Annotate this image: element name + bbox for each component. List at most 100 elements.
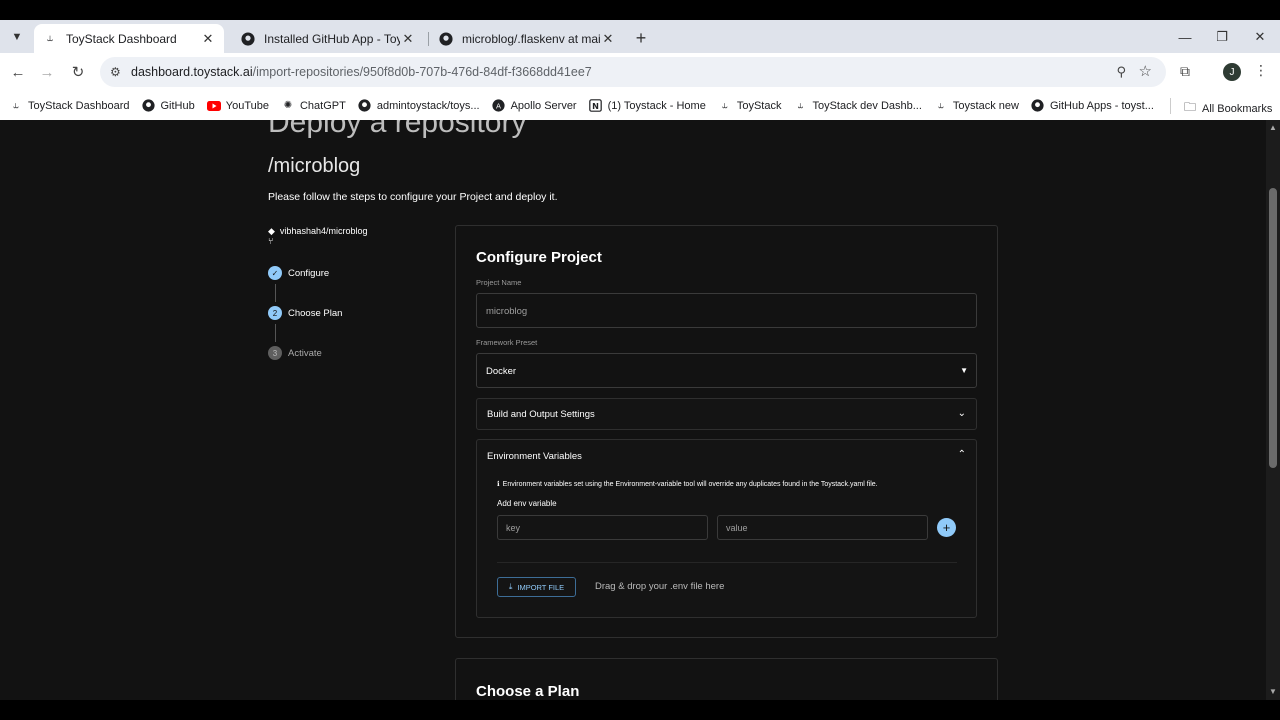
bookmark-item[interactable]: GitHub Apps - toyst... <box>1031 99 1154 113</box>
restore-icon[interactable]: ❐ <box>1212 27 1232 47</box>
toystack-icon: ⥿ <box>13 100 19 111</box>
back-icon[interactable]: ← <box>9 63 27 81</box>
bookmark-item[interactable]: YouTube <box>206 99 269 113</box>
tab-separator <box>428 32 429 46</box>
address-bar[interactable]: ⚙ dashboard.toystack.ai/import-repositor… <box>100 57 1166 87</box>
scroll-down-icon[interactable]: ▼ <box>1269 687 1277 696</box>
repo-path: vibhashah4/microblog <box>279 226 368 236</box>
folder-icon: 🗀 <box>1184 100 1197 114</box>
github-icon <box>142 99 156 113</box>
url-text[interactable]: dashboard.toystack.ai/import-repositorie… <box>131 65 592 79</box>
chevron-down-icon: ⌄ <box>957 408 966 419</box>
step-label: Activate <box>288 347 322 359</box>
close-icon[interactable]: ✕ <box>200 31 216 47</box>
choose-plan-title: Choose a Plan <box>476 683 580 700</box>
youtube-icon <box>206 99 221 113</box>
bookmarks-bar: ⥿ ToyStack Dashboard GitHub YouTube ✺ Chat… <box>0 91 1280 120</box>
chatgpt-icon: ✺ <box>283 100 293 111</box>
bookmark-item[interactable]: ✺ ChatGPT <box>281 99 346 113</box>
reload-icon[interactable]: ↻ <box>69 63 87 81</box>
step-connector <box>275 324 276 342</box>
extensions-icon[interactable]: ⧉ <box>1180 63 1190 80</box>
tab-installed-github-app[interactable]: Installed GitHub App - Toystack ✕ <box>232 24 424 53</box>
bookmark-star-icon[interactable]: ☆ <box>1139 62 1152 80</box>
window-close-icon[interactable]: ✕ <box>1250 27 1270 47</box>
step-label: Configure <box>288 267 330 279</box>
env-value-input[interactable]: value <box>717 515 928 540</box>
project-name-label: Project Name <box>476 278 522 287</box>
bookmark-label: ToyStack Dashboard <box>28 99 130 112</box>
bookmark-item[interactable]: ⥿ ToyStack Dashboard <box>9 99 130 113</box>
bookmark-item[interactable]: A Apollo Server <box>492 99 577 113</box>
configure-project-card: Configure Project Project Name microblog… <box>455 225 998 638</box>
value-placeholder: value <box>726 523 748 533</box>
env-vars-label[interactable]: Environment Variables <box>487 451 582 462</box>
browser-chrome: ▼ ⥿ ToyStack Dashboard ✕ Installed GitHu… <box>0 20 1280 120</box>
profile-avatar[interactable]: J <box>1223 63 1241 81</box>
project-name-input[interactable]: microblog <box>476 293 977 328</box>
tab-title: microblog/.flaskenv at main · m <box>462 31 600 46</box>
tab-microblog-flaskenv[interactable]: microblog/.flaskenv at main · m ✕ <box>430 24 624 53</box>
forward-icon[interactable]: → <box>38 63 56 81</box>
info-icon: ℹ <box>497 481 500 488</box>
step-number: 2 <box>268 306 282 320</box>
toystack-icon: ⥿ <box>46 32 54 44</box>
zoom-icon[interactable]: ⚲ <box>1116 64 1126 80</box>
svg-text:N: N <box>592 101 599 111</box>
page-title: Deploy a repository <box>268 120 527 139</box>
menu-icon[interactable]: ⋮ <box>1254 62 1268 79</box>
tab-toystack-dashboard[interactable]: ⥿ ToyStack Dashboard ✕ <box>34 24 224 53</box>
framework-value: Docker <box>486 366 517 377</box>
framework-select[interactable]: Docker ▼ <box>476 353 977 388</box>
git-branch-icon: ◆ ⑂ <box>268 226 275 246</box>
navigation-bar: ← → ↻ ⚙ dashboard.toystack.ai/import-rep… <box>0 53 1280 91</box>
all-bookmarks-button[interactable]: 🗀 All Bookmarks <box>1184 98 1272 119</box>
choose-plan-card: Choose a Plan <box>455 658 998 700</box>
import-file-button[interactable]: ⤓ IMPORT FILE <box>497 577 576 597</box>
site-info-icon[interactable]: ⚙ <box>110 65 121 79</box>
step-label: Choose Plan <box>288 307 343 319</box>
framework-label: Framework Preset <box>476 338 538 347</box>
tab-strip: ▼ ⥿ ToyStack Dashboard ✕ Installed GitHu… <box>0 20 1280 53</box>
tab-title: Installed GitHub App - Toystack <box>264 31 400 46</box>
chevron-up-icon[interactable]: ⌃ <box>958 449 966 460</box>
repo-info: ◆ ⑂ vibhashah4/microblog <box>268 226 367 246</box>
tab-search-icon[interactable]: ▼ <box>8 28 26 46</box>
new-tab-button[interactable]: + <box>631 28 651 48</box>
bookmark-label: GitHub <box>160 99 195 112</box>
add-env-label: Add env variable <box>497 499 557 508</box>
svg-text:A: A <box>496 101 501 110</box>
bookmark-label: Toystack new <box>952 99 1019 112</box>
minimize-icon[interactable]: — <box>1175 27 1195 47</box>
github-icon <box>358 99 372 113</box>
close-icon[interactable]: ✕ <box>600 31 616 47</box>
all-bookmarks-label: All Bookmarks <box>1202 102 1273 115</box>
step-configure[interactable]: ✓ Configure <box>268 266 329 280</box>
bookmark-item[interactable]: ⥿ Toystack new <box>934 99 1019 113</box>
build-settings-label: Build and Output Settings <box>487 409 595 420</box>
close-icon[interactable]: ✕ <box>400 31 416 47</box>
bookmark-label: (1) Toystack - Home <box>607 99 706 112</box>
step-activate[interactable]: 3 Activate <box>268 346 322 360</box>
bookmark-label: GitHub Apps - toyst... <box>1049 99 1154 112</box>
bookmark-item[interactable]: admintoystack/toys... <box>358 99 480 113</box>
bookmark-label: ToyStack dev Dashb... <box>812 99 922 112</box>
env-note: ℹ Environment variables set using the En… <box>497 480 878 489</box>
toystack-icon: ⥿ <box>938 100 944 111</box>
scrollbar-thumb[interactable] <box>1269 188 1277 468</box>
scroll-up-icon[interactable]: ▲ <box>1269 123 1277 132</box>
bookmark-item[interactable]: GitHub <box>142 99 195 113</box>
build-settings-accordion[interactable]: Build and Output Settings ⌄ <box>476 398 977 430</box>
bookmark-item[interactable]: N (1) Toystack - Home <box>589 99 706 113</box>
add-env-button[interactable]: + <box>937 518 956 537</box>
bottom-black-bar <box>0 700 1280 720</box>
bookmark-item[interactable]: ⥿ ToyStack <box>718 99 781 113</box>
import-file-label: IMPORT FILE <box>517 582 565 592</box>
step-choose-plan[interactable]: 2 Choose Plan <box>268 306 342 320</box>
intro-text: Please follow the steps to configure you… <box>268 191 558 203</box>
env-key-input[interactable]: key <box>497 515 708 540</box>
key-placeholder: key <box>506 523 521 533</box>
scrollbar[interactable]: ▲ ▼ <box>1266 120 1280 700</box>
bookmark-item[interactable]: ⥿ ToyStack dev Dashb... <box>793 99 922 113</box>
github-icon <box>1031 99 1045 113</box>
